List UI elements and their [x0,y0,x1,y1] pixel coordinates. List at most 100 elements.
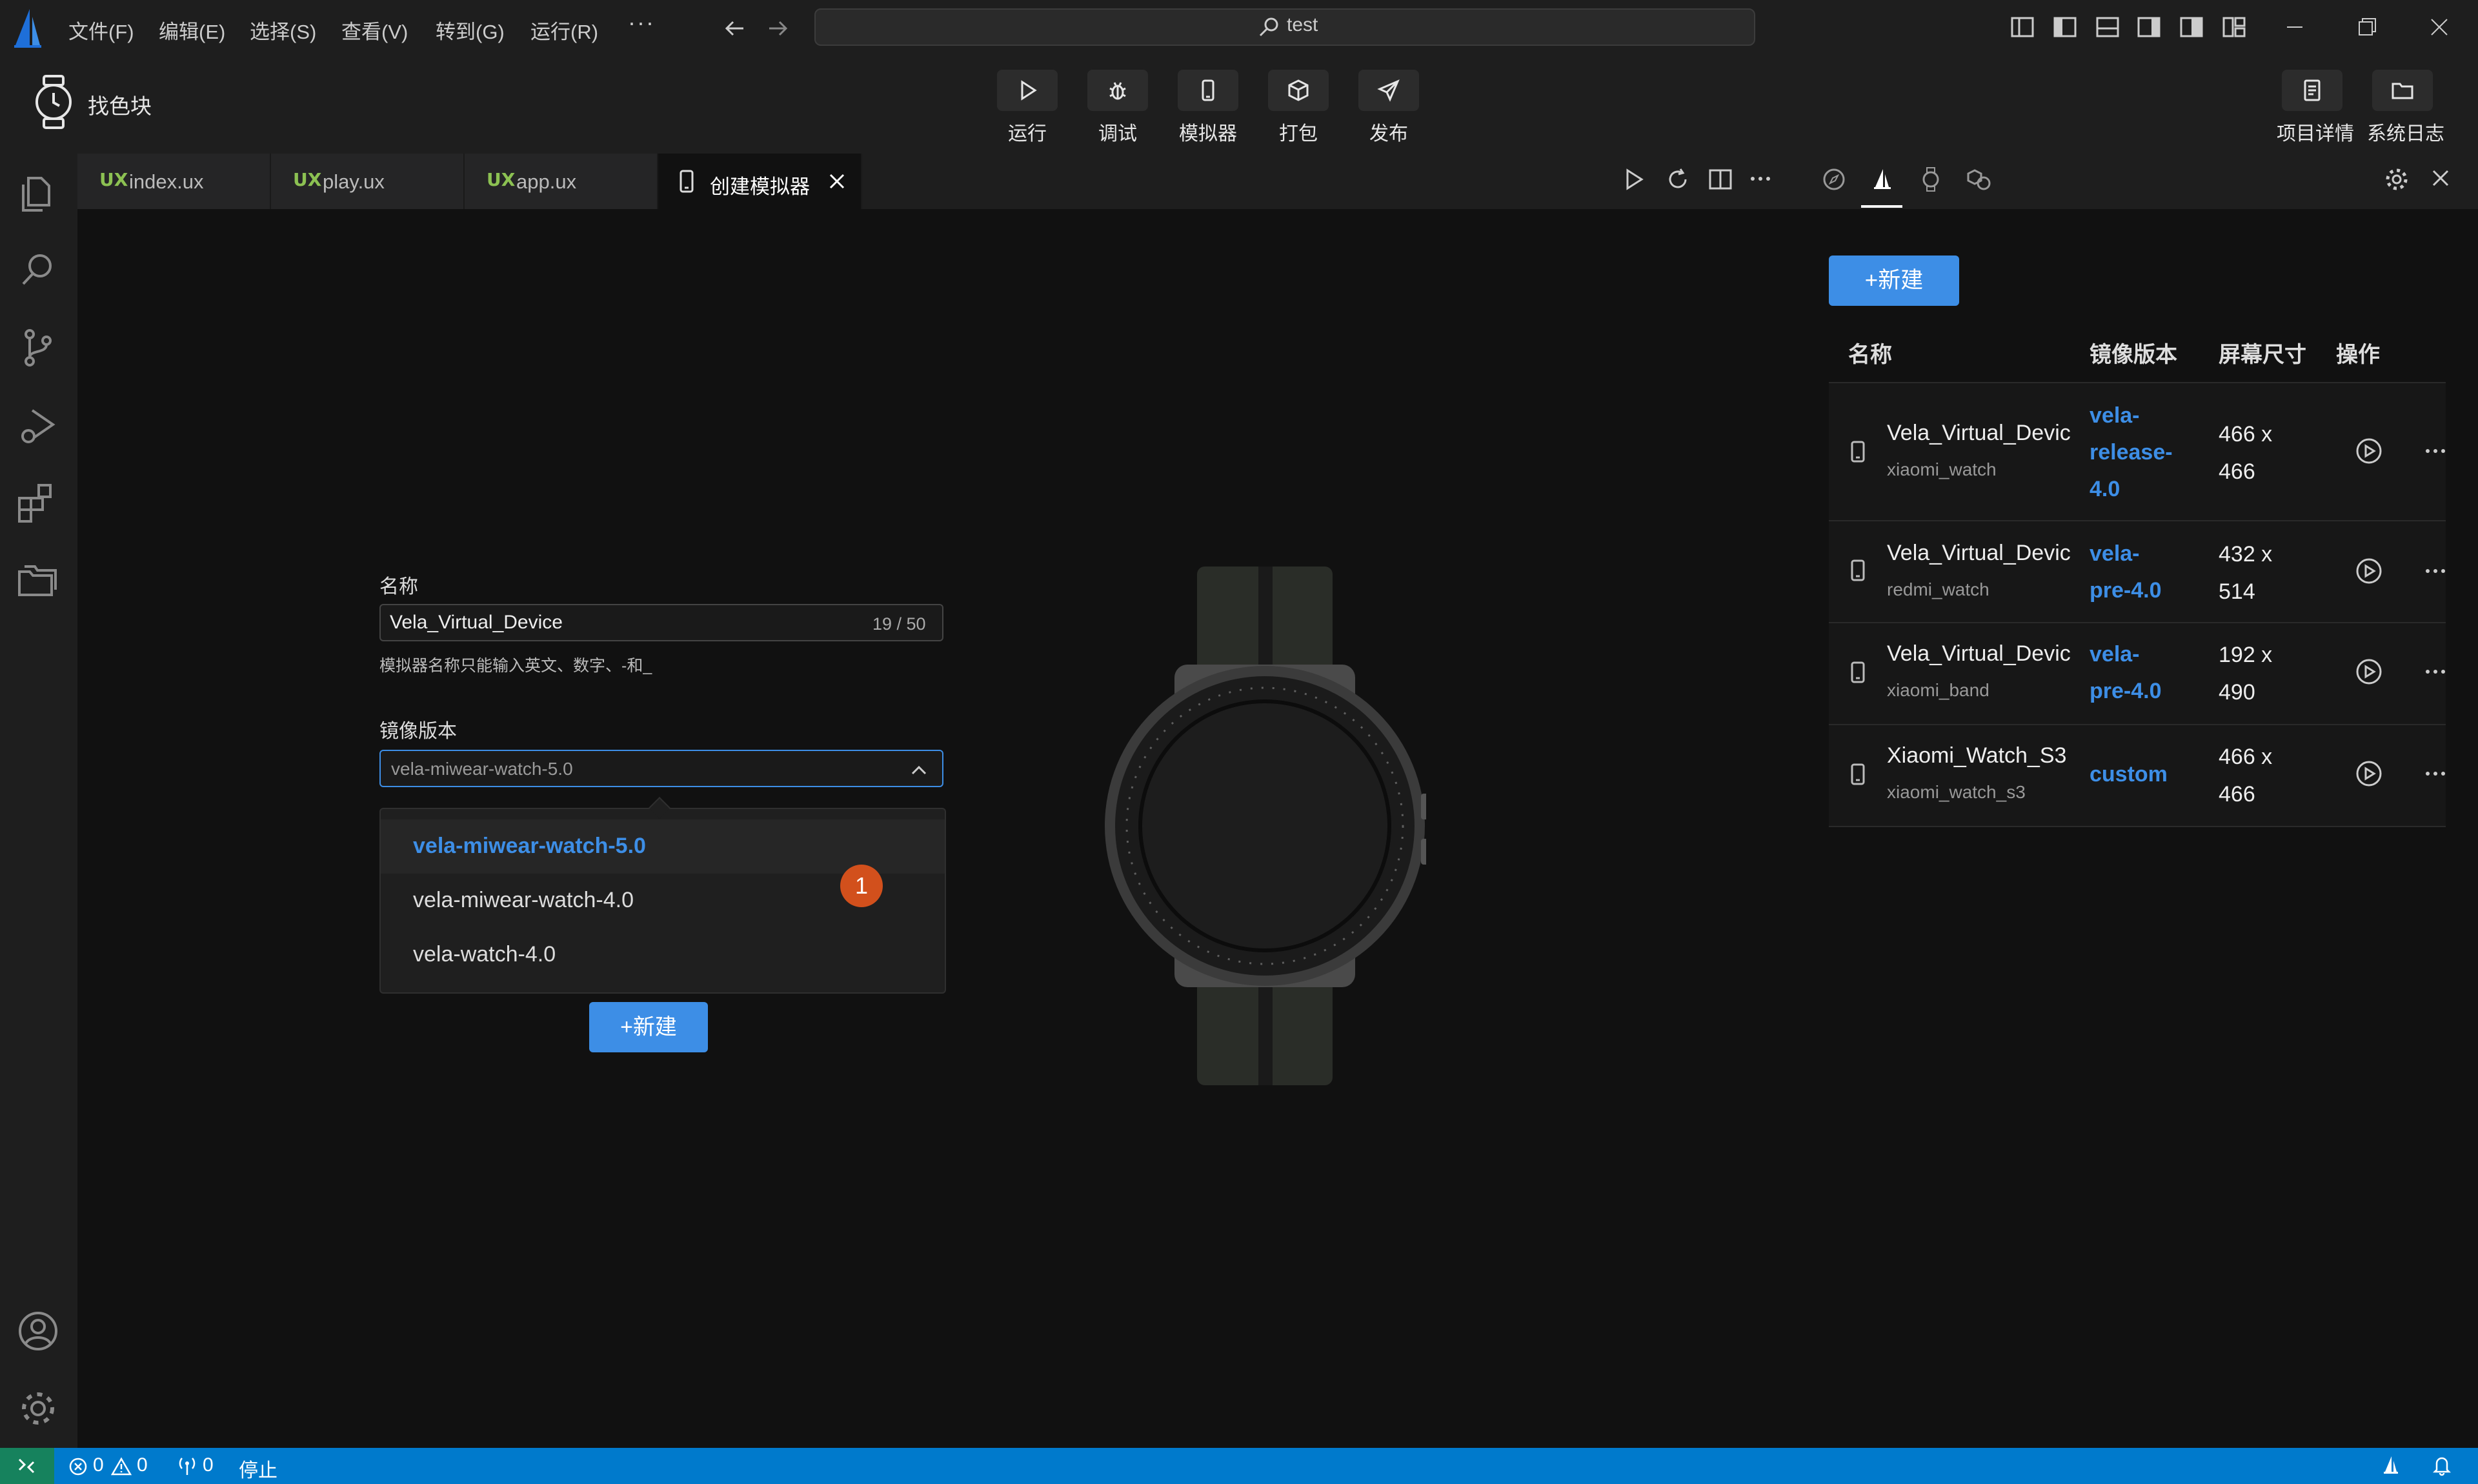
tab-label: play.ux [323,170,385,193]
simulator-label: 模拟器 [1179,123,1237,145]
chevron-up-icon[interactable] [909,760,929,781]
device-name: Vela_Virtual_Devic [1887,421,2071,445]
tab-play-ux[interactable]: UX play.ux [271,154,465,209]
menu-go[interactable]: 转到(G) [436,15,505,45]
menu-file[interactable]: 文件(F) [68,15,134,45]
run-debug-icon[interactable] [15,403,61,448]
header-name: 名称 [1848,343,1892,367]
tab-create-simulator[interactable]: 创建模拟器 [658,154,862,209]
project-details-button[interactable]: 项目详情 [2277,70,2354,146]
simulator-button[interactable]: 模拟器 [1173,70,1244,146]
launch-play-icon[interactable] [2355,557,2382,585]
device-mirror[interactable]: vela- release- 4.0 [2090,397,2173,508]
menu-view[interactable]: 查看(V) [341,15,408,45]
device-name: Xiaomi_Watch_S3 [1887,743,2067,768]
arrow-left-icon[interactable] [721,15,747,41]
launch-play-icon[interactable] [2355,760,2382,787]
device-icon [1849,661,1866,684]
minimize-icon[interactable] [2283,15,2306,39]
boxes-icon[interactable] [1966,166,1991,192]
explorer-icon[interactable] [15,170,61,216]
active-panel-indicator [1861,205,1902,208]
refresh-icon[interactable] [1665,166,1691,192]
warning-count[interactable]: 0 [137,1454,148,1476]
device-name: Vela_Virtual_Devic [1887,541,2071,565]
device-icon [1849,559,1866,582]
row-more-icon[interactable] [2423,563,2448,579]
stop-button[interactable]: 停止 [239,1454,277,1483]
menu-selection[interactable]: 选择(S) [250,15,316,45]
row-more-icon[interactable] [2423,663,2448,680]
package-button[interactable]: 打包 [1263,70,1334,146]
name-hint: 模拟器名称只能输入英文、数字、-和_ [379,657,652,675]
run-button[interactable]: 运行 [992,70,1063,146]
publish-button[interactable]: 发布 [1353,70,1424,146]
system-log-label: 系统日志 [2367,123,2444,145]
device-size: 432 x 514 [2219,542,2273,604]
toggle-primary-sidebar-icon[interactable] [2011,17,2034,37]
tab-index-ux[interactable]: UX index.ux [77,154,271,209]
package-label: 打包 [1279,123,1318,145]
compass-icon[interactable] [1821,166,1847,192]
device-mirror[interactable]: vela- pre-4.0 [2090,536,2162,609]
system-log-button[interactable]: 系统日志 [2367,70,2444,146]
extensions-icon[interactable] [15,480,61,525]
layout-right-icon[interactable] [2180,17,2203,37]
customize-layout-icon[interactable] [2222,17,2246,37]
toggle-secondary-sidebar-icon[interactable] [2137,17,2161,37]
create-simulator-button[interactable]: +新建 [589,1002,708,1052]
device-size: 192 x 490 [2219,643,2273,705]
debug-button[interactable]: 调试 [1082,70,1153,146]
tab-app-ux[interactable]: UX app.ux [465,154,658,209]
run-label: 运行 [1008,123,1047,145]
project-folders-icon[interactable] [15,557,61,603]
launch-play-icon[interactable] [2355,658,2382,685]
vela-sail-icon[interactable] [1869,166,1895,192]
header-mirror: 镜像版本 [2090,343,2177,367]
device-name: Vela_Virtual_Devic [1887,641,2071,666]
manage-gear-icon[interactable] [15,1386,61,1431]
restore-icon[interactable] [2355,15,2379,39]
close-tab-icon[interactable] [827,172,847,191]
source-control-icon[interactable] [15,325,61,370]
run-file-icon[interactable] [1622,166,1646,192]
menu-more-button[interactable]: ··· [628,9,655,36]
layout-sidebar-icon[interactable] [2053,17,2077,37]
command-search-box[interactable] [814,8,1755,46]
close-window-icon[interactable] [2428,15,2451,39]
menu-edit[interactable]: 编辑(E) [159,15,225,45]
publish-label: 发布 [1369,123,1408,145]
ports-count[interactable]: 0 [203,1454,214,1476]
device-mirror[interactable]: custom [2090,756,2168,793]
settings-gear-icon[interactable] [2384,166,2410,192]
row-more-icon[interactable] [2423,443,2448,459]
notification-bell-icon[interactable] [2432,1454,2452,1476]
close-panel-icon[interactable] [2429,166,2452,190]
ux-file-icon: UX [487,169,516,190]
toggle-panel-icon[interactable] [2096,17,2119,37]
vela-status-icon[interactable] [2380,1454,2401,1476]
ux-file-icon: UX [99,169,128,190]
document-icon [2301,79,2324,102]
error-count[interactable]: 0 [93,1454,104,1476]
remote-indicator[interactable] [0,1448,54,1484]
error-icon[interactable] [68,1457,88,1476]
warning-icon[interactable] [111,1457,132,1476]
option-vela-watch-4[interactable]: vela-watch-4.0 [381,928,945,982]
folder-icon [2391,79,2414,102]
sail-logo-icon [12,8,44,49]
new-simulator-button[interactable]: +新建 [1829,256,1959,306]
more-actions-icon[interactable] [1748,169,1773,188]
account-icon[interactable] [15,1309,61,1354]
search-sidebar-icon[interactable] [15,248,61,293]
device-type: xiaomi_watch_s3 [1887,782,2026,802]
split-editor-icon[interactable] [1707,166,1733,192]
device-mirror[interactable]: vela- pre-4.0 [2090,636,2162,710]
step-badge: 1 [840,865,883,907]
broadcast-icon[interactable] [176,1456,199,1476]
menu-run[interactable]: 运行(R) [530,15,598,45]
watch-icon[interactable] [1918,166,1944,192]
arrow-right-icon[interactable] [765,15,791,41]
row-more-icon[interactable] [2423,765,2448,782]
launch-play-icon[interactable] [2355,437,2382,465]
